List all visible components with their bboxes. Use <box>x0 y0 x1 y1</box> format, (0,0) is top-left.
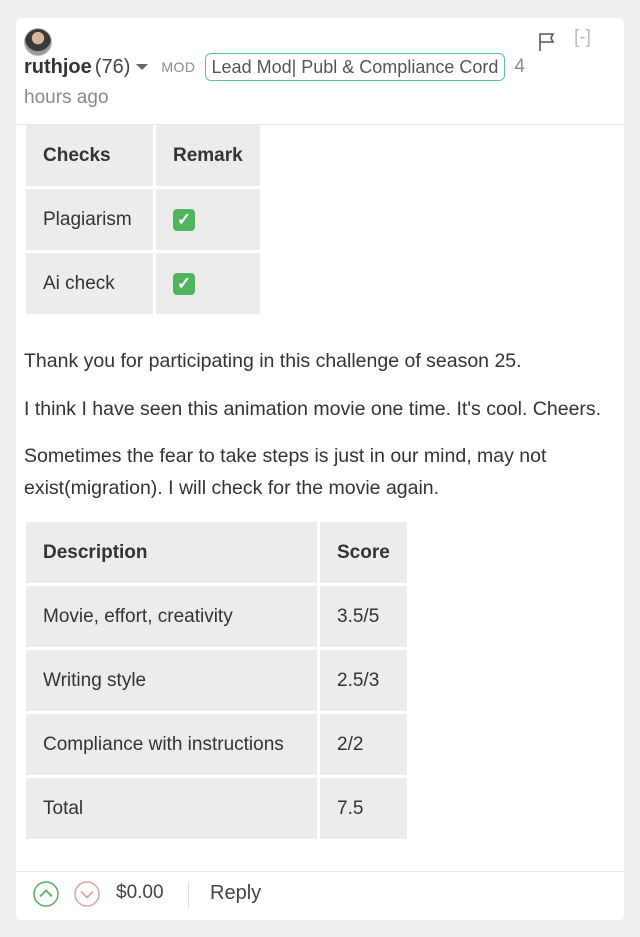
table-cell: Compliance with instructions <box>26 714 317 775</box>
table-cell: Total <box>26 778 317 839</box>
table-row: Total 7.5 <box>26 778 407 839</box>
comment-card: [-] ruthjoe (76) MOD Lead Mod| Publ & Co… <box>16 18 624 920</box>
table-cell: Movie, effort, creativity <box>26 586 317 647</box>
comment-paragraph: Sometimes the fear to take steps is just… <box>24 445 547 499</box>
upvote-icon[interactable] <box>33 881 59 907</box>
table-row: Writing style 2.5/3 <box>26 650 407 711</box>
table-row: Compliance with instructions 2/2 <box>26 714 407 775</box>
reputation: (76) <box>94 55 131 78</box>
table-row: Ai check ✓ <box>26 253 260 314</box>
comment-paragraph: Thank you for participating in this chal… <box>24 350 522 372</box>
author-line: ruthjoe (76) MOD Lead Mod| Publ & Compli… <box>24 52 525 82</box>
score-table: Description Score Movie, effort, creativ… <box>23 519 410 842</box>
comment-header: [-] ruthjoe (76) MOD Lead Mod| Publ & Co… <box>16 18 624 124</box>
table-header: Remark <box>156 125 260 186</box>
table-row: Movie, effort, creativity 3.5/5 <box>26 586 407 647</box>
table-cell: 7.5 <box>320 778 407 839</box>
footer-separator <box>188 882 189 908</box>
check-mark-icon: ✓ <box>173 272 195 295</box>
table-cell: 3.5/5 <box>320 586 407 647</box>
role-label: MOD <box>161 59 196 75</box>
table-cell: 2.5/3 <box>320 650 407 711</box>
table-header-row: Checks Remark <box>26 125 260 186</box>
table-header-row: Description Score <box>26 522 407 583</box>
flag-icon[interactable] <box>537 32 557 52</box>
check-mark-icon: ✓ <box>173 208 195 231</box>
table-header: Description <box>26 522 317 583</box>
table-cell: Writing style <box>26 650 317 711</box>
table-cell: ✓ <box>156 189 260 250</box>
caret-down-icon[interactable] <box>135 60 149 74</box>
username[interactable]: ruthjoe <box>24 56 92 79</box>
timestamp-text: hours ago <box>24 87 109 108</box>
downvote-icon[interactable] <box>74 881 100 907</box>
comment-footer: $0.00 Reply <box>16 872 624 920</box>
table-cell: Ai check <box>26 253 153 314</box>
table-header: Checks <box>26 125 153 186</box>
table-row: Plagiarism ✓ <box>26 189 260 250</box>
timestamp-number: 4 <box>514 56 525 77</box>
table-cell: 2/2 <box>320 714 407 775</box>
role-badge: Lead Mod| Publ & Compliance Cord <box>204 53 506 81</box>
comment-paragraph: I think I have seen this animation movie… <box>24 398 602 420</box>
reply-button[interactable]: Reply <box>210 882 261 905</box>
payout-value[interactable]: $0.00 <box>116 882 164 904</box>
collapse-toggle[interactable]: [-] <box>574 27 591 49</box>
table-cell: Plagiarism <box>26 189 153 250</box>
checks-table: Checks Remark Plagiarism ✓ Ai check ✓ <box>23 122 263 317</box>
table-cell: ✓ <box>156 253 260 314</box>
table-header: Score <box>320 522 407 583</box>
